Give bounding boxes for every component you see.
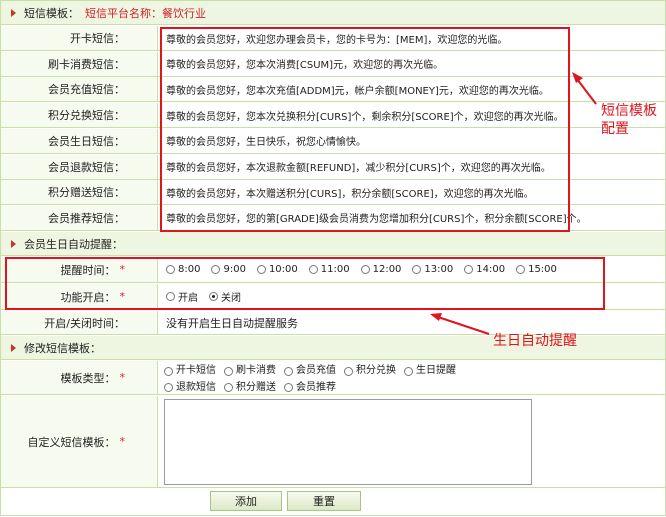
sms-config-annotation: 短信模板 配置 xyxy=(601,102,657,138)
sms-annotation-arrowhead xyxy=(572,72,583,83)
birthday-annotation-arrowhead xyxy=(430,313,442,321)
annotation-line: 短信模板 xyxy=(601,103,657,119)
sms-annotation-arrow-line xyxy=(576,78,597,105)
annotation-line: 配置 xyxy=(601,121,629,137)
birthday-remind-annotation: 生日自动提醒 xyxy=(493,333,577,349)
annotation-arrows xyxy=(430,72,597,335)
birthday-annotation-arrow-line xyxy=(437,316,490,335)
sms-settings-panel: 短信模板： 短信平台名称：餐饮行业 开卡短信： 尊敬的会员您好，欢迎您办理会员卡，… xyxy=(0,0,666,516)
